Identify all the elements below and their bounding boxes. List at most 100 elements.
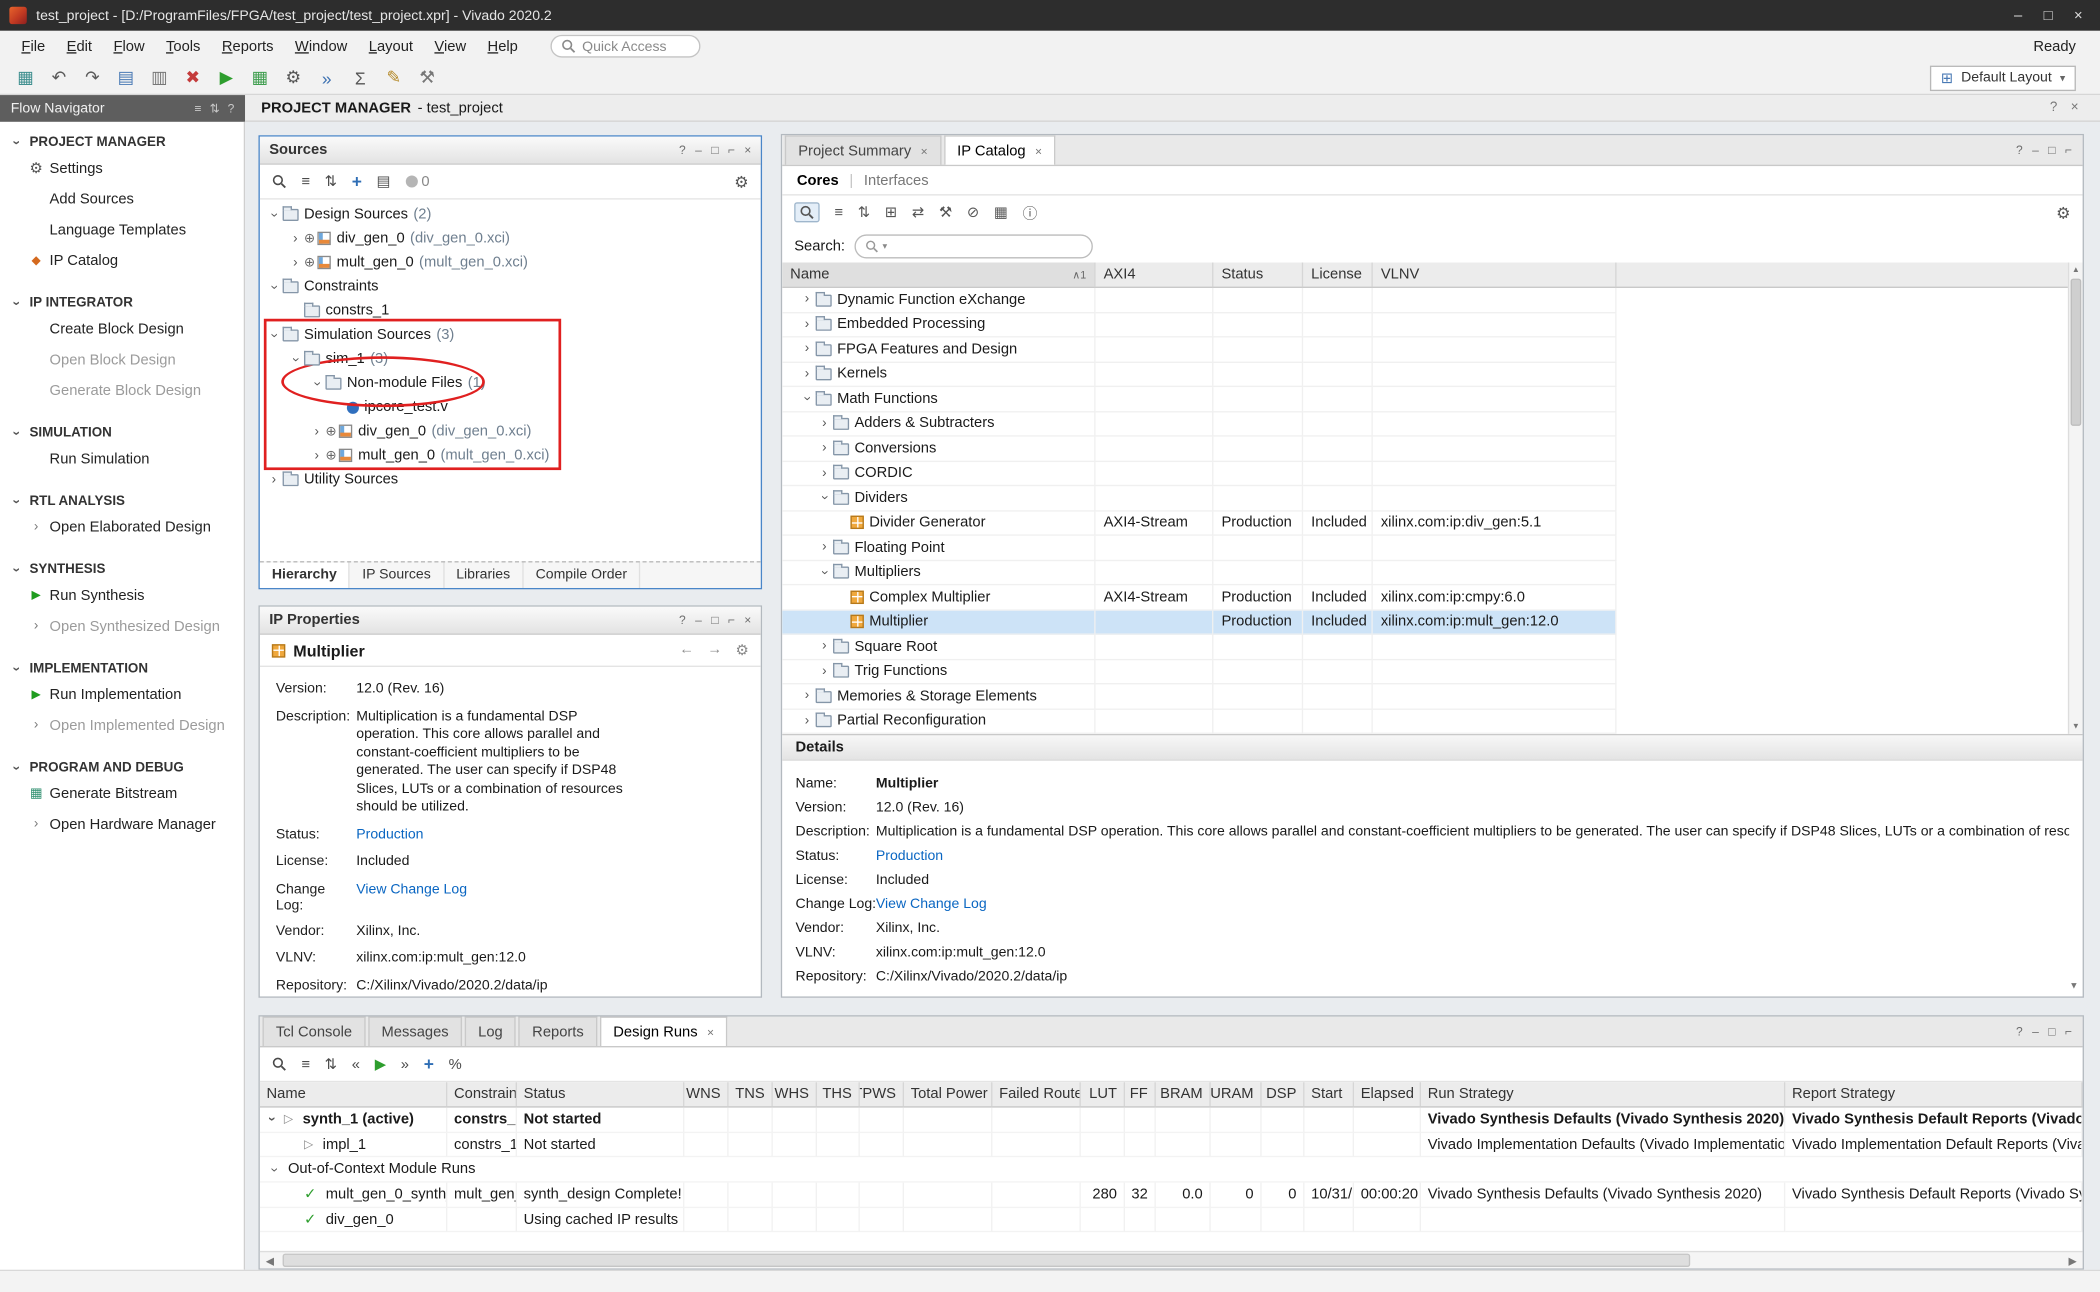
info-icon[interactable]: ⓘ: [1023, 202, 1038, 223]
float-icon[interactable]: □: [2048, 143, 2055, 156]
catalog-row-dividers[interactable]: ›Dividers: [782, 486, 2082, 511]
maximize-icon[interactable]: ⌐: [2065, 143, 2072, 156]
run-icon[interactable]: ▶: [212, 64, 241, 91]
runs-column-status[interactable]: Status: [517, 1082, 684, 1106]
restore-order-icon[interactable]: ⇄: [912, 204, 924, 221]
save-icon[interactable]: ▤: [111, 64, 140, 91]
help-icon[interactable]: ?: [228, 101, 235, 116]
edit-icon[interactable]: ✎: [379, 64, 408, 91]
close-button[interactable]: ×: [2074, 7, 2083, 23]
sources-item-simulation-sources[interactable]: ›Simulation Sources(3): [260, 323, 761, 347]
expand-all-icon[interactable]: ⇅: [325, 1055, 337, 1072]
chevron-down-icon[interactable]: ›: [288, 350, 303, 367]
close-icon[interactable]: ×: [744, 613, 751, 626]
tab-reports[interactable]: Reports: [519, 1017, 597, 1046]
run-icon[interactable]: ▶: [375, 1055, 386, 1072]
chevron-right-icon[interactable]: ›: [798, 714, 815, 729]
disable-core-icon[interactable]: ⊘: [967, 204, 979, 221]
quick-access-search[interactable]: Quick Access: [550, 35, 700, 58]
flow-item-open-elaborated-design[interactable]: ›Open Elaborated Design: [0, 512, 244, 543]
flow-item-language-templates[interactable]: Language Templates: [0, 214, 244, 245]
step-forward-icon[interactable]: »: [401, 1056, 409, 1072]
tab-project-summary[interactable]: Project Summary×: [785, 135, 941, 164]
help-icon[interactable]: ?: [2016, 1025, 2023, 1038]
column-header-axi4[interactable]: AXI4: [1096, 263, 1214, 287]
menu-flow[interactable]: Flow: [103, 34, 156, 58]
sources-item-constrs-1[interactable]: constrs_1: [260, 299, 761, 323]
chevron-right-icon[interactable]: ›: [798, 317, 815, 332]
flow-section-ip-integrator[interactable]: ›IP INTEGRATOR: [0, 293, 244, 313]
runs-row-synth-1-active[interactable]: ›▷synth_1 (active)constrs_1Not startedVi…: [260, 1108, 2083, 1133]
chevron-right-icon[interactable]: ›: [816, 466, 833, 481]
sources-item-utility-sources[interactable]: ›Utility Sources: [260, 467, 761, 491]
scroll-down-icon[interactable]: ▼: [2069, 982, 2078, 991]
tab-messages[interactable]: Messages: [368, 1017, 462, 1046]
chevron-right-icon[interactable]: ›: [816, 540, 833, 555]
tab-log[interactable]: Log: [465, 1017, 516, 1046]
step-back-icon[interactable]: «: [352, 1056, 360, 1072]
close-tab-icon[interactable]: ×: [707, 1025, 714, 1038]
chevron-down-icon[interactable]: ›: [800, 390, 815, 407]
runs-group-out-of-context-module-runs[interactable]: ›Out-of-Context Module Runs: [260, 1158, 2083, 1183]
customize-icon[interactable]: ⚒: [939, 204, 952, 221]
flow-item-open-hardware-manager[interactable]: ›Open Hardware Manager: [0, 809, 244, 840]
chevron-right-icon[interactable]: ›: [798, 342, 815, 357]
catalog-row-multiplier[interactable]: MultiplierProductionIncludedxilinx.com:i…: [782, 610, 2082, 635]
collapse-all-icon[interactable]: ≡: [301, 1056, 310, 1072]
messages-badge[interactable]: 0: [405, 173, 429, 189]
collapse-all-icon[interactable]: ≡: [194, 101, 201, 116]
flow-item-generate-bitstream[interactable]: ▦Generate Bitstream: [0, 778, 244, 809]
scroll-right-icon[interactable]: ▶: [2063, 1254, 2083, 1266]
column-header-vlnv[interactable]: VLNV: [1373, 263, 1617, 287]
sources-item-non-module-files[interactable]: ›Non-module Files(1): [260, 371, 761, 395]
chevron-right-icon[interactable]: ›: [798, 292, 815, 307]
chevron-right-icon[interactable]: ›: [308, 448, 325, 463]
runs-row-div-gen-0[interactable]: ✓div_gen_0Using cached IP results: [260, 1208, 2083, 1233]
chevron-right-icon[interactable]: ›: [287, 231, 304, 246]
flow-section-rtl-analysis[interactable]: ›RTL ANALYSIS: [0, 492, 244, 512]
sources-item-ipcore-test-v[interactable]: ipcore_test.v: [260, 395, 761, 419]
group-by-icon[interactable]: ⊞: [885, 204, 897, 221]
search-icon[interactable]: [272, 1057, 287, 1072]
catalog-row-divider-generator[interactable]: Divider GeneratorAXI4-StreamProductionIn…: [782, 511, 2082, 536]
flow-item-create-block-design[interactable]: Create Block Design: [0, 313, 244, 344]
runs-column-tpws[interactable]: TPWS: [860, 1082, 904, 1106]
maximize-icon[interactable]: ⌐: [2065, 1025, 2072, 1038]
scroll-down-icon[interactable]: ▼: [2069, 719, 2082, 734]
runs-column-lut[interactable]: LUT: [1081, 1082, 1125, 1106]
runs-column-ff[interactable]: FF: [1125, 1082, 1156, 1106]
chevron-right-icon[interactable]: ›: [265, 472, 282, 487]
detail-value-link[interactable]: Production: [876, 848, 943, 864]
catalog-row-complex-multiplier[interactable]: Complex MultiplierAXI4-StreamProductionI…: [782, 585, 2082, 610]
sources-item-sim-1[interactable]: ›sim_1(3): [260, 347, 761, 371]
settings-gear-icon[interactable]: ⚙: [734, 172, 748, 191]
catalog-row-multipliers[interactable]: ›Multipliers: [782, 560, 2082, 585]
chevron-right-icon[interactable]: ›: [798, 367, 815, 382]
close-icon[interactable]: ×: [744, 143, 751, 156]
chevron-down-icon[interactable]: ›: [267, 326, 282, 343]
flow-section-synthesis[interactable]: ›SYNTHESIS: [0, 560, 244, 580]
column-header-license[interactable]: License: [1303, 263, 1373, 287]
runs-column-tns[interactable]: TNS: [729, 1082, 773, 1106]
runs-column-constraints[interactable]: Constraints: [447, 1082, 517, 1106]
chevron-down-icon[interactable]: ›: [267, 1161, 282, 1178]
table-view-icon[interactable]: ▦: [994, 204, 1008, 221]
catalog-row-floating-point[interactable]: ›Floating Point: [782, 536, 2082, 561]
add-sources-icon[interactable]: +: [352, 171, 362, 191]
search-icon[interactable]: [272, 174, 287, 189]
runs-column-ths[interactable]: THS: [817, 1082, 860, 1106]
minimize-button[interactable]: –: [2014, 7, 2022, 23]
layout-selector[interactable]: ⊞ Default Layout ▾: [1930, 65, 2076, 90]
chevron-right-icon[interactable]: ›: [816, 441, 833, 456]
catalog-row-fpga-features-and-design[interactable]: ›FPGA Features and Design: [782, 338, 2082, 363]
chevron-right-icon[interactable]: ›: [287, 255, 304, 270]
prop-value-link[interactable]: View Change Log: [356, 881, 467, 913]
runs-column-bram[interactable]: BRAM: [1156, 1082, 1211, 1106]
undo-icon[interactable]: ↶: [44, 64, 73, 91]
collapse-all-icon[interactable]: ≡: [301, 173, 310, 189]
redo-icon[interactable]: ↷: [78, 64, 107, 91]
forward-icon[interactable]: →: [707, 642, 722, 659]
maximize-icon[interactable]: ⌐: [728, 143, 735, 156]
float-icon[interactable]: □: [2048, 1025, 2055, 1038]
detail-value-link[interactable]: View Change Log: [876, 896, 987, 912]
